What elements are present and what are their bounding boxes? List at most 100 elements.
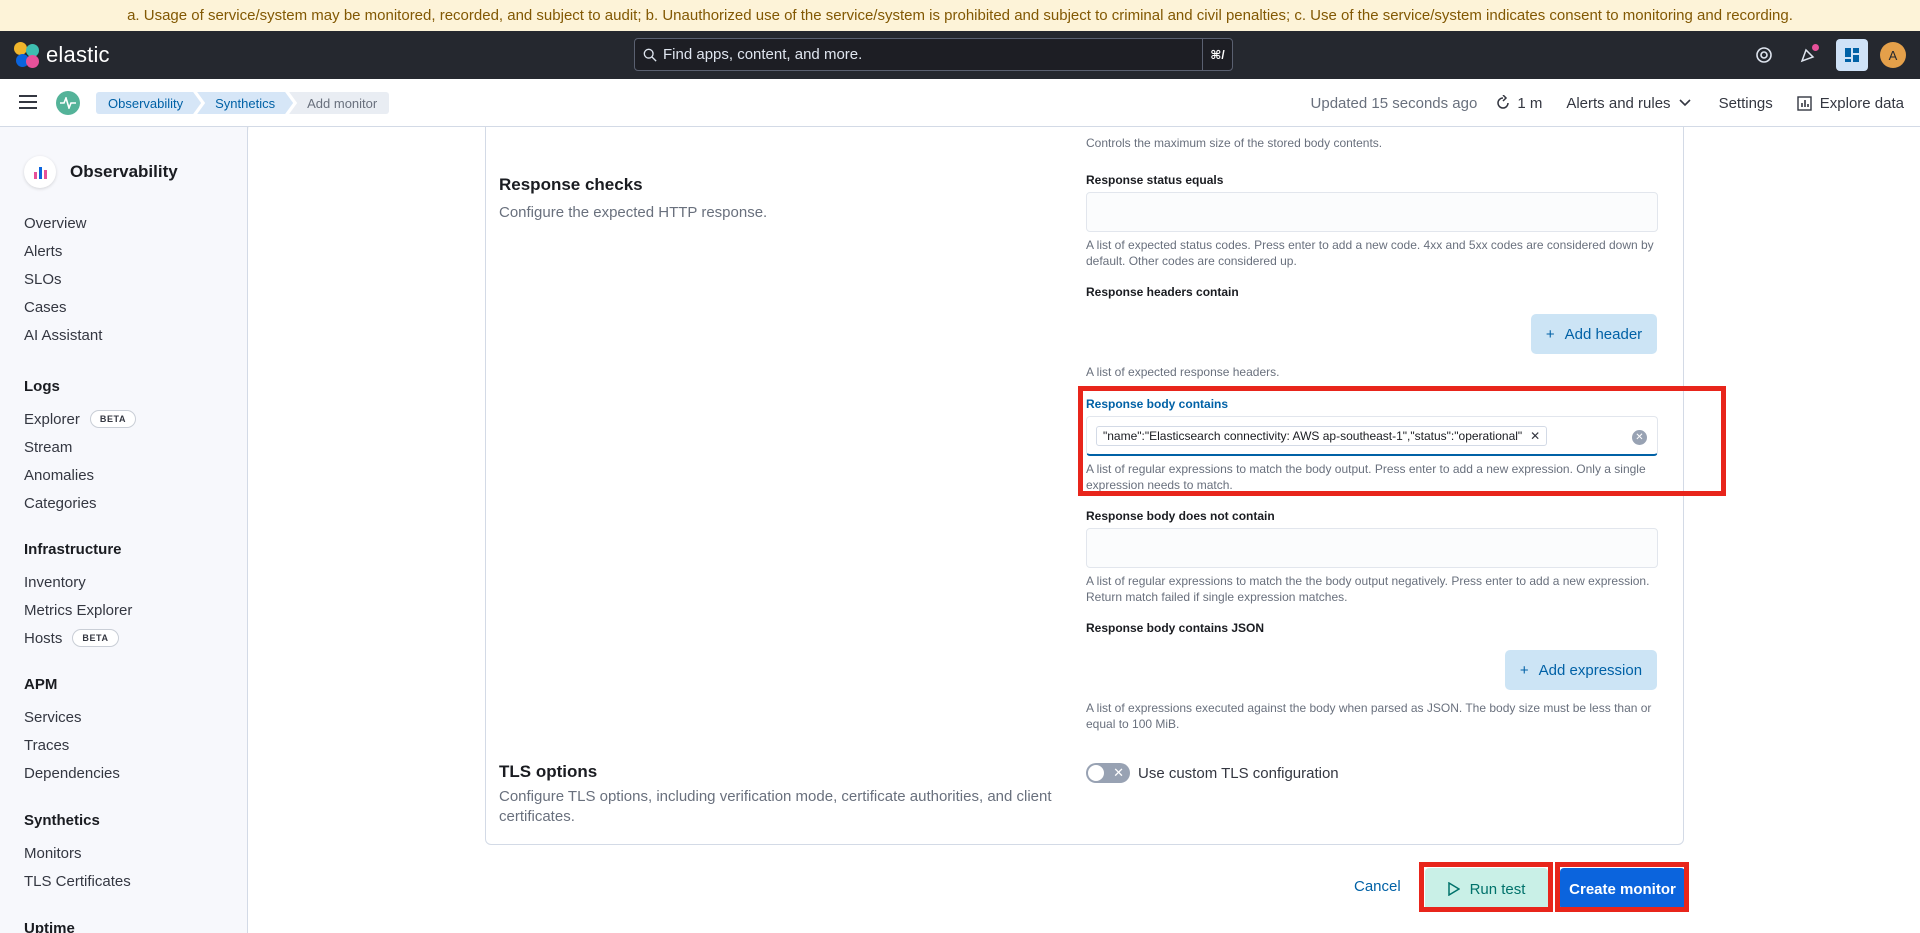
observability-logo-icon (24, 156, 56, 188)
nav-ai-assistant[interactable]: AI Assistant (24, 321, 102, 349)
breadcrumb-synthetics[interactable]: Synthetics (197, 92, 293, 114)
side-nav-title: Observability (70, 162, 178, 181)
nav-alerts[interactable]: Alerts (24, 237, 102, 265)
custom-tls-toggle-row: ✕ Use custom TLS configuration (1086, 763, 1339, 783)
custom-tls-label: Use custom TLS configuration (1138, 764, 1339, 782)
expression-chip-text: "name":"Elasticsearch connectivity: AWS … (1103, 429, 1523, 443)
main-content: Controls the maximum size of the stored … (249, 127, 1920, 933)
response-body-contains-input[interactable]: "name":"Elasticsearch connectivity: AWS … (1086, 416, 1658, 456)
toggle-knob (1087, 764, 1105, 782)
top-header: elastic Find apps, content, and more. ⌘/… (0, 31, 1920, 79)
response-status-label: Response status equals (1086, 173, 1224, 187)
nav-logs-categories[interactable]: Categories (24, 489, 136, 517)
nav-group-logs: Logs (24, 378, 60, 395)
add-expression-button[interactable]: + Add expression (1505, 650, 1657, 690)
cancel-button[interactable]: Cancel (1354, 878, 1401, 895)
notification-dot (1812, 44, 1819, 51)
help-icon[interactable] (1748, 39, 1780, 71)
response-headers-label: Response headers contain (1086, 285, 1239, 299)
news-feed-icon[interactable] (1792, 39, 1824, 71)
nav-logs-explorer[interactable]: Explorer BETA (24, 405, 137, 433)
custom-tls-toggle[interactable]: ✕ (1086, 763, 1130, 783)
plus-icon: + (1519, 661, 1529, 679)
search-placeholder: Find apps, content, and more. (663, 46, 863, 63)
nav-logs-anomalies[interactable]: Anomalies (24, 461, 136, 489)
toggle-off-icon: ✕ (1113, 765, 1124, 780)
nav-cases[interactable]: Cases (24, 293, 102, 321)
plus-icon: + (1545, 325, 1555, 343)
nav-traces[interactable]: Traces (24, 731, 120, 759)
nav-logs-stream[interactable]: Stream (24, 433, 136, 461)
response-body-not-contains-input[interactable] (1086, 528, 1658, 568)
add-header-label: Add header (1564, 325, 1643, 343)
response-body-contains-label: Response body contains (1086, 397, 1229, 411)
nav-overview[interactable]: Overview (24, 209, 102, 237)
add-header-button[interactable]: + Add header (1531, 314, 1657, 354)
expression-chip: "name":"Elasticsearch connectivity: AWS … (1096, 426, 1548, 446)
nav-inventory[interactable]: Inventory (24, 568, 132, 596)
search-shortcut: ⌘/ (1202, 39, 1232, 70)
response-body-json-label: Response body contains JSON (1086, 621, 1265, 635)
banner-text: a. Usage of service/system may be monito… (127, 7, 1793, 24)
response-status-input[interactable] (1086, 192, 1658, 232)
last-updated-text: Updated 15 seconds ago (1310, 94, 1478, 112)
user-avatar[interactable]: A (1880, 42, 1906, 68)
elastic-logo[interactable]: elastic (14, 42, 110, 68)
nav-metrics-explorer[interactable]: Metrics Explorer (24, 596, 132, 624)
side-nav: Observability Overview Alerts SLOs Cases… (0, 127, 248, 933)
tls-options-description: Configure TLS options, including verific… (499, 788, 1052, 825)
play-icon (1447, 882, 1460, 896)
beta-badge: BETA (89, 410, 137, 428)
add-expression-label: Add expression (1538, 661, 1643, 679)
response-body-not-contains-label: Response body does not contain (1086, 509, 1275, 523)
response-body-contains-help: A list of regular expressions to match t… (1086, 462, 1646, 492)
search-icon (643, 48, 657, 62)
response-headers-help: A list of expected response headers. (1086, 365, 1280, 379)
create-monitor-button[interactable]: Create monitor (1560, 868, 1685, 910)
nav-group-infrastructure: Infrastructure (24, 541, 122, 558)
alerts-and-rules-label: Alerts and rules (1566, 94, 1671, 112)
nav-tls-certificates[interactable]: TLS Certificates (24, 867, 131, 895)
alerts-and-rules-menu[interactable]: Alerts and rules (1566, 94, 1691, 112)
nav-group-uptime: Uptime (24, 920, 75, 933)
nav-hosts[interactable]: Hosts BETA (24, 624, 132, 652)
beta-badge: BETA (72, 629, 119, 647)
body-size-help: Controls the maximum size of the stored … (1086, 136, 1383, 150)
nav-slos[interactable]: SLOs (24, 265, 102, 293)
response-checks-title: Response checks (499, 175, 643, 194)
remove-chip-icon[interactable]: ✕ (1530, 429, 1540, 443)
settings-link[interactable]: Settings (1719, 95, 1773, 112)
breadcrumb-observability[interactable]: Observability (96, 92, 201, 114)
run-test-label: Run test (1469, 880, 1526, 898)
breadcrumb-add-monitor: Add monitor (289, 92, 390, 114)
side-nav-header: Observability (24, 156, 178, 188)
explore-data-link[interactable]: Explore data (1797, 95, 1904, 112)
clear-input-icon[interactable]: ✕ (1632, 430, 1647, 445)
response-body-json-help: A list of expressions executed against t… (1086, 701, 1652, 731)
response-body-not-contains-help: A list of regular expressions to match t… (1086, 574, 1650, 604)
menu-toggle-icon[interactable] (19, 95, 37, 109)
nav-group-apm: APM (24, 676, 58, 693)
nav-item-label: Explorer (24, 410, 80, 428)
chart-icon (1797, 95, 1812, 111)
response-status-help: A list of expected status codes. Press e… (1086, 238, 1654, 268)
form-actions: Cancel Run test Create monitor (249, 868, 1920, 918)
nav-item-label: Hosts (24, 629, 63, 647)
global-search-input[interactable]: Find apps, content, and more. ⌘/ (634, 38, 1233, 71)
consent-banner: a. Usage of service/system may be monito… (0, 0, 1920, 31)
nav-dependencies[interactable]: Dependencies (24, 759, 120, 787)
run-test-button[interactable]: Run test (1425, 868, 1548, 910)
tls-options-title: TLS options (499, 762, 598, 781)
deployment-icon[interactable] (1836, 39, 1868, 71)
logo-text: elastic (46, 42, 110, 67)
explore-data-label: Explore data (1819, 94, 1904, 112)
nav-monitors[interactable]: Monitors (24, 839, 131, 867)
nav-services[interactable]: Services (24, 703, 120, 731)
synthetics-app-icon[interactable] (56, 91, 80, 115)
nav-group-synthetics: Synthetics (24, 812, 100, 829)
refresh-interval[interactable]: 1 m (1495, 95, 1542, 112)
refresh-interval-label: 1 m (1517, 94, 1543, 112)
app-subheader: Observability Synthetics Add monitor Upd… (0, 79, 1920, 127)
refresh-icon (1497, 95, 1510, 109)
monitor-form-panel: Controls the maximum size of the stored … (485, 127, 1684, 845)
